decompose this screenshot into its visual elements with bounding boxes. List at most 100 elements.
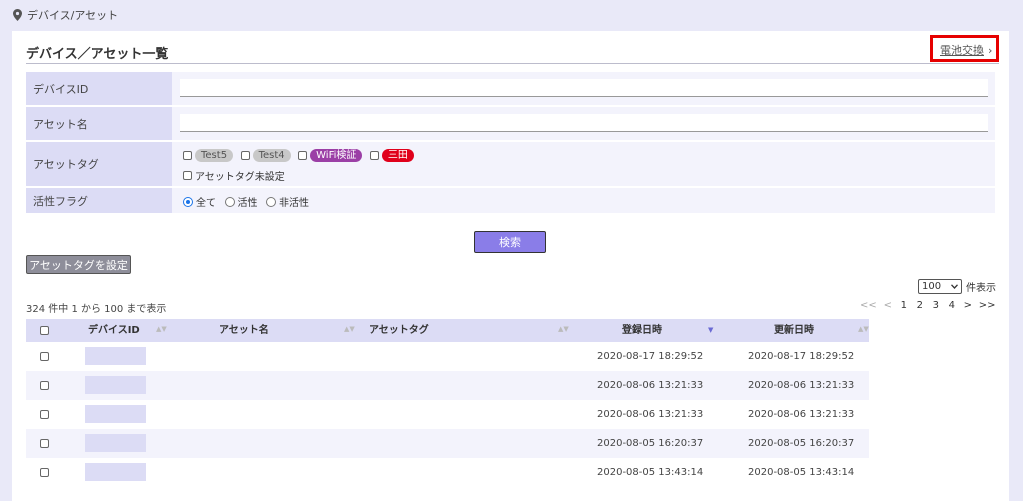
radio-button[interactable] [266, 196, 276, 207]
tag-badge: WiFi検証 [310, 148, 363, 162]
breadcrumb-text: デバイス/アセット [27, 9, 119, 22]
radio-label: 全て [196, 198, 216, 209]
header-registered[interactable]: 登録日時 [622, 319, 662, 342]
select-all-checkbox[interactable] [40, 326, 49, 335]
filter-row-asset-tag: アセットタグ Test5 Test4 WiFi検証 三田 アセットタグ未設定 [26, 142, 995, 186]
tag-checkbox[interactable] [298, 150, 308, 160]
page-1[interactable]: 1 [899, 300, 909, 311]
registered-cell: 2020-08-05 13:43:14 [597, 467, 704, 478]
tag-checkbox[interactable] [240, 150, 250, 160]
device-id-cell[interactable] [85, 463, 146, 481]
map-pin-icon [13, 9, 22, 21]
registered-cell: 2020-08-06 13:21:33 [597, 380, 704, 391]
registered-cell: 2020-08-05 16:20:37 [597, 438, 704, 449]
header-asset-tag[interactable]: アセットタグ [369, 319, 429, 342]
device-id-cell[interactable] [85, 376, 146, 394]
row-checkbox[interactable] [40, 381, 49, 390]
updated-cell: 2020-08-06 13:21:33 [748, 409, 855, 420]
tag-option[interactable]: 三田 [369, 148, 418, 162]
table-header: デバイスID ▲▼ アセット名 ▲▼ アセットタグ ▲▼ 登録日時 ▼ 更新日時… [26, 319, 869, 342]
registered-cell: 2020-08-06 13:21:33 [597, 409, 704, 420]
table-row[interactable]: 2020-08-06 13:21:33 2020-08-06 13:21:33 [26, 371, 869, 400]
untagged-label: アセットタグ未設定 [195, 172, 285, 183]
tag-checkbox[interactable] [369, 150, 379, 160]
row-checkbox[interactable] [40, 468, 49, 477]
tag-badge: Test5 [195, 148, 234, 162]
chevron-right-icon: › [988, 44, 993, 57]
result-summary: 324 件中 1 から 100 まで表示 [26, 304, 167, 315]
asset-table: デバイスID ▲▼ アセット名 ▲▼ アセットタグ ▲▼ 登録日時 ▼ 更新日時… [26, 319, 869, 487]
page-last[interactable]: >> [979, 300, 996, 311]
per-page-value: 100 [922, 281, 942, 292]
asset-name-label: アセット名 [26, 107, 172, 140]
sort-icon: ▲▼ [858, 325, 869, 333]
updated-cell: 2020-08-05 13:43:14 [748, 467, 855, 478]
tag-checkbox[interactable] [183, 150, 192, 160]
per-page-control: 100 件表示 [918, 279, 996, 294]
row-checkbox[interactable] [40, 352, 49, 361]
radio-button[interactable] [183, 196, 193, 207]
tag-option[interactable]: Test5 [183, 148, 237, 162]
page-title: デバイス／アセット一覧 [26, 47, 169, 62]
tag-option[interactable]: Test4 [240, 148, 295, 162]
set-asset-tag-button[interactable]: アセットタグを設定 [26, 255, 131, 274]
header-device-id[interactable]: デバイスID [88, 319, 140, 342]
device-id-cell[interactable] [85, 347, 146, 365]
per-page-suffix: 件表示 [966, 283, 996, 294]
radio-option-active[interactable]: 活性 [224, 195, 263, 209]
radio-label: 非活性 [279, 198, 309, 209]
battery-link-label: 電池交換 [940, 44, 984, 57]
sort-icon: ▲▼ [558, 325, 569, 333]
tag-badge: Test4 [252, 148, 291, 162]
page-next[interactable]: > [963, 300, 973, 311]
sort-desc-icon: ▼ [708, 326, 714, 334]
tag-option[interactable]: WiFi検証 [298, 148, 366, 162]
device-id-cell[interactable] [85, 434, 146, 452]
device-id-cell[interactable] [85, 405, 146, 423]
untagged-option[interactable]: アセットタグ未設定 [183, 168, 290, 183]
sort-icon: ▲▼ [344, 325, 355, 333]
page-2[interactable]: 2 [915, 300, 925, 311]
filter-row-device-id: デバイスID [26, 72, 995, 105]
radio-button[interactable] [224, 196, 235, 207]
filter-row-asset-name: アセット名 [26, 107, 995, 140]
table-row[interactable]: 2020-08-06 13:21:33 2020-08-06 13:21:33 [26, 400, 869, 429]
page-prev[interactable]: < [883, 300, 893, 311]
radio-label: 活性 [237, 198, 258, 209]
active-flag-options: 全て 活性 非活性 [183, 194, 314, 209]
device-id-input[interactable] [180, 79, 988, 97]
asset-tag-label: アセットタグ [26, 142, 172, 186]
updated-cell: 2020-08-05 16:20:37 [748, 438, 855, 449]
row-checkbox[interactable] [40, 410, 49, 419]
registered-cell: 2020-08-17 18:29:52 [597, 351, 704, 362]
tag-badge: 三田 [381, 148, 414, 162]
filter-row-active-flag: 活性フラグ 全て 活性 非活性 [26, 188, 995, 213]
title-divider [26, 63, 999, 64]
header-updated[interactable]: 更新日時 [774, 319, 814, 342]
row-checkbox[interactable] [40, 439, 49, 448]
device-id-label: デバイスID [26, 72, 172, 105]
table-row[interactable]: 2020-08-05 16:20:37 2020-08-05 16:20:37 [26, 429, 869, 458]
page-4[interactable]: 4 [947, 300, 957, 311]
untagged-checkbox[interactable] [183, 171, 192, 180]
active-flag-label: 活性フラグ [26, 188, 172, 213]
updated-cell: 2020-08-06 13:21:33 [748, 380, 855, 391]
page-3[interactable]: 3 [931, 300, 941, 311]
breadcrumb: デバイス/アセット [13, 7, 118, 23]
table-row[interactable]: 2020-08-17 18:29:52 2020-08-17 18:29:52 [26, 342, 869, 371]
updated-cell: 2020-08-17 18:29:52 [748, 351, 855, 362]
per-page-select[interactable]: 100 [918, 279, 962, 294]
tag-options: Test5 Test4 WiFi検証 三田 [183, 148, 418, 162]
page-first[interactable]: << [860, 300, 877, 311]
chevron-down-icon [951, 284, 958, 289]
search-button[interactable]: 検索 [474, 231, 546, 253]
radio-option-all[interactable]: 全て [183, 195, 221, 209]
battery-replacement-link[interactable]: 電池交換 › [940, 42, 992, 58]
pagination: << < 1 2 3 4 > >> [860, 300, 1002, 311]
header-asset-name[interactable]: アセット名 [219, 319, 269, 342]
main-card: デバイス／アセット一覧 電池交換 › デバイスID アセット名 アセットタグ Te… [12, 31, 1009, 501]
table-row[interactable]: 2020-08-05 13:43:14 2020-08-05 13:43:14 [26, 458, 869, 487]
asset-name-input[interactable] [180, 114, 988, 132]
sort-icon: ▲▼ [156, 325, 167, 333]
radio-option-inactive[interactable]: 非活性 [266, 195, 314, 209]
